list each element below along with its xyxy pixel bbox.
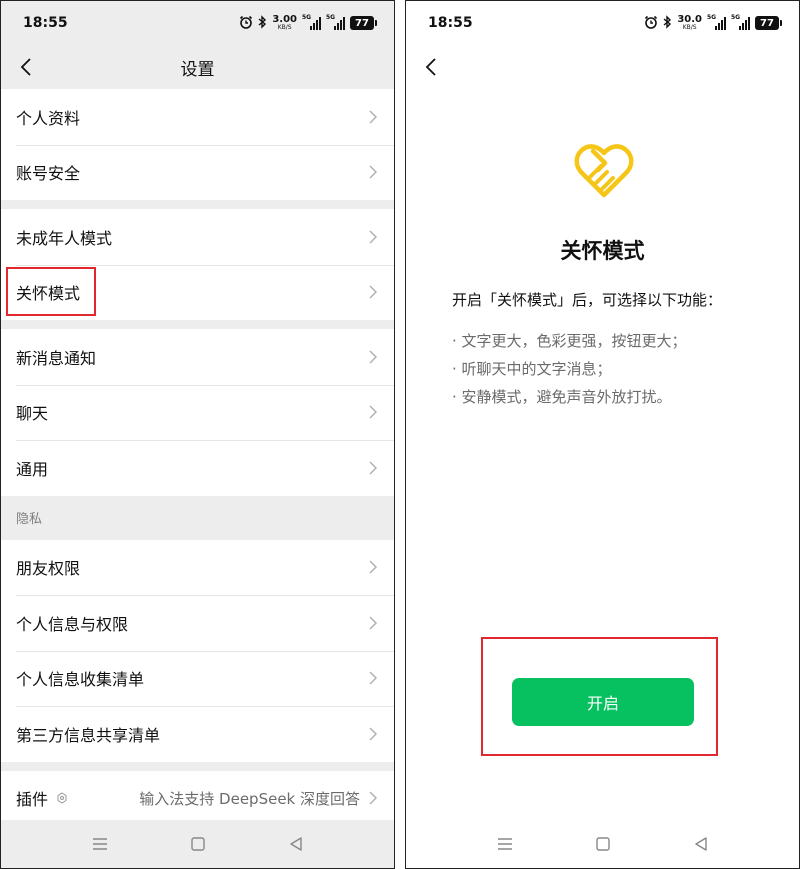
settings-item-info-collection-list[interactable]: 个人信息收集清单 [1, 650, 394, 706]
settings-group: 未成年人模式 关怀模式 [1, 209, 394, 320]
settings-item-chat[interactable]: 聊天 [1, 384, 394, 440]
care-mode-heart-hand-icon [574, 144, 634, 198]
chevron-right-icon [369, 461, 378, 475]
nav-bar: 设置 [1, 45, 394, 89]
bluetooth-icon [258, 15, 267, 31]
care-mode-features: · 文字更大，色彩更强，按钮更大； · 听聊天中的文字消息； · 安静模式，避免… [452, 327, 687, 411]
group-divider [1, 761, 394, 771]
settings-group: 个人资料 账号安全 [1, 89, 394, 200]
signal-icon: 5G [302, 14, 321, 30]
chevron-right-icon [369, 230, 378, 244]
signal-icon: 5G [707, 14, 726, 30]
settings-item-label: 个人信息与权限 [16, 614, 129, 634]
menu-icon [92, 838, 107, 850]
battery-icon: 77 [350, 16, 377, 30]
network-speed: 30.0 KB/S [677, 14, 702, 31]
back-button[interactable] [418, 54, 444, 80]
settings-item-label: 个人资料 [16, 108, 81, 128]
chevron-right-icon [369, 350, 378, 364]
settings-group: 朋友权限 个人信息与权限 个人信息收集清单 第三方信息共享清单 [1, 539, 394, 762]
home-button[interactable] [594, 835, 612, 853]
plugin-value: 输入法支持 DeepSeek 深度回答 [139, 789, 360, 808]
settings-item-label: 关怀模式 [16, 284, 81, 304]
home-square-icon [595, 837, 610, 851]
battery-icon: 77 [755, 16, 782, 30]
settings-item-label: 新消息通知 [16, 348, 97, 368]
feature-item: · 安静模式，避免声音外放打扰。 [452, 388, 672, 406]
settings-screen: 18:55 3.00 KB/S 5G 5G 77 设置 个人资料 账号安全 未成… [0, 0, 395, 869]
status-time: 18:55 [23, 15, 68, 31]
signal-icon-2: 5G [731, 14, 750, 30]
settings-item-label: 第三方信息共享清单 [16, 725, 161, 745]
settings-item-label: 通用 [16, 459, 49, 479]
settings-item-minor-mode[interactable]: 未成年人模式 [1, 209, 394, 265]
settings-item-third-party-sharing[interactable]: 第三方信息共享清单 [1, 706, 394, 762]
settings-item-profile[interactable]: 个人资料 [1, 89, 394, 145]
alarm-icon [644, 15, 658, 31]
page-title: 设置 [180, 60, 215, 80]
signal-icon-2: 5G [326, 14, 345, 30]
settings-item-label: 账号安全 [16, 164, 81, 184]
menu-button[interactable] [496, 835, 514, 853]
settings-item-notifications[interactable]: 新消息通知 [1, 329, 394, 385]
section-header-privacy: 隐私 [1, 495, 394, 540]
care-mode-intro: 开启「关怀模式」后，可选择以下功能： [452, 291, 723, 309]
group-divider [1, 320, 394, 329]
status-bar: 18:55 30.0 KB/S 5G 5G 77 [406, 1, 799, 45]
bluetooth-icon [663, 15, 672, 31]
chevron-left-icon [425, 58, 436, 76]
system-nav-bar [406, 820, 799, 868]
settings-item-general[interactable]: 通用 [1, 440, 394, 496]
settings-group: 新消息通知 聊天 通用 [1, 329, 394, 496]
menu-icon [497, 838, 512, 850]
settings-item-label: 聊天 [16, 404, 49, 424]
settings-item-friend-permissions[interactable]: 朋友权限 [1, 539, 394, 595]
chevron-right-icon [369, 727, 378, 741]
feature-item: · 听聊天中的文字消息； [452, 360, 612, 378]
system-nav-bar [1, 820, 394, 868]
enable-care-mode-button[interactable]: 开启 [512, 678, 694, 726]
status-icons: 3.00 KB/S 5G 5G 77 [239, 14, 377, 31]
network-speed: 3.00 KB/S [272, 14, 297, 31]
chevron-right-icon [369, 616, 378, 630]
nav-bar [406, 45, 799, 89]
status-icons: 30.0 KB/S 5G 5G 77 [644, 14, 782, 31]
back-triangle-icon [694, 837, 707, 851]
chevron-right-icon [369, 405, 378, 419]
home-square-icon [190, 837, 205, 851]
group-divider [1, 200, 394, 209]
home-button[interactable] [189, 835, 207, 853]
chevron-right-icon [369, 285, 378, 299]
care-mode-title: 关怀模式 [560, 239, 645, 263]
alarm-icon [239, 15, 253, 31]
feature-item: · 文字更大，色彩更强，按钮更大； [452, 332, 687, 350]
plugin-icon [57, 792, 67, 804]
back-triangle-icon [289, 837, 302, 851]
menu-button[interactable] [91, 835, 109, 853]
status-time: 18:55 [428, 15, 473, 31]
chevron-right-icon [369, 791, 378, 805]
settings-item-label: 插件 [16, 790, 49, 810]
status-bar: 18:55 3.00 KB/S 5G 5G 77 [1, 1, 394, 45]
settings-item-personal-info-permissions[interactable]: 个人信息与权限 [1, 595, 394, 651]
settings-item-care-mode[interactable]: 关怀模式 [1, 264, 394, 320]
settings-item-plugins[interactable]: 插件 输入法支持 DeepSeek 深度回答 [1, 770, 394, 826]
settings-item-label: 未成年人模式 [16, 228, 113, 248]
chevron-right-icon [369, 165, 378, 179]
settings-group: 插件 输入法支持 DeepSeek 深度回答 [1, 770, 394, 826]
settings-item-label: 朋友权限 [16, 559, 81, 579]
care-mode-screen: 18:55 30.0 KB/S 5G 5G 77 关怀模式 开启「关怀模式」后，… [405, 0, 800, 869]
chevron-right-icon [369, 110, 378, 124]
chevron-right-icon [369, 560, 378, 574]
system-back-button[interactable] [692, 835, 710, 853]
chevron-right-icon [369, 671, 378, 685]
system-back-button[interactable] [287, 835, 305, 853]
settings-item-account-security[interactable]: 账号安全 [1, 144, 394, 200]
settings-list: 个人资料 账号安全 未成年人模式 关怀模式 新消息通知 聊天 通用 隐私 朋友权… [1, 89, 394, 826]
settings-item-label: 个人信息收集清单 [16, 670, 145, 690]
